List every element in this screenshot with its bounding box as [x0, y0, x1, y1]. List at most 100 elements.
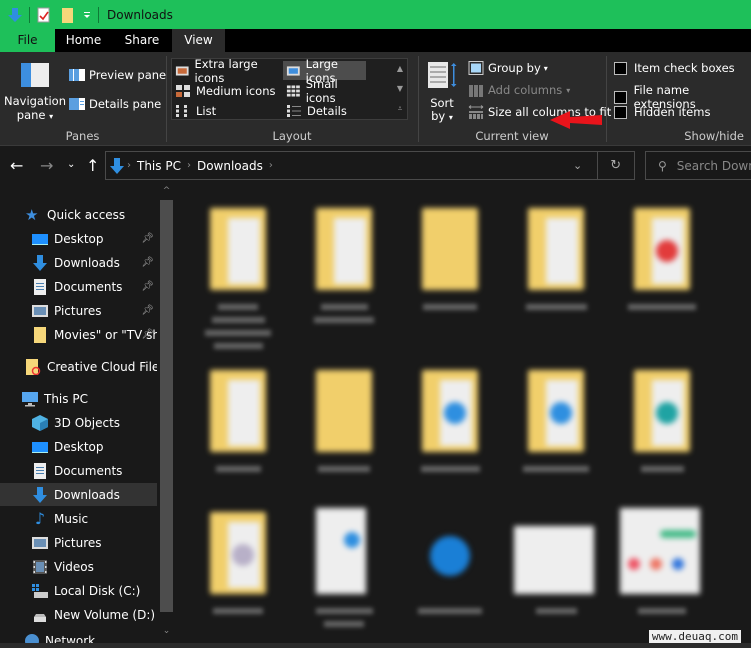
layout-details[interactable]: Details: [283, 101, 366, 120]
item-check-boxes-checkbox[interactable]: Item check boxes: [614, 61, 735, 75]
customize-dropdown-icon[interactable]: [82, 7, 92, 23]
new-folder-icon[interactable]: [60, 7, 76, 23]
watermark: www.deuaq.com: [648, 630, 741, 643]
checkbox-box[interactable]: [614, 105, 627, 119]
file-name-label: [315, 608, 373, 614]
chevron-down-icon: ▾: [49, 112, 54, 121]
sidebar-item-label: New Volume (D:): [54, 607, 156, 622]
sidebar-item-desktop[interactable]: Desktop 📌︎: [0, 227, 157, 250]
sidebar-item-documents-pc[interactable]: Documents: [0, 459, 157, 482]
tab-share[interactable]: Share: [112, 29, 172, 52]
scrollbar-thumb[interactable]: [160, 200, 173, 612]
details-pane-label: Details pane: [89, 97, 162, 111]
file-thumbnail: [620, 508, 700, 594]
expand-gallery-icon[interactable]: ⩡: [393, 99, 407, 119]
address-bar[interactable]: › This PC › Downloads › ⌄ ↻: [105, 151, 635, 180]
scroll-up-icon[interactable]: ^: [158, 186, 175, 196]
sidebar-item-local-disk-c[interactable]: Local Disk (C:): [0, 579, 157, 602]
panes-group: Navigation pane ▾ Preview pane Details p…: [0, 52, 166, 146]
pin-icon[interactable]: 📌︎: [141, 233, 154, 244]
sidebar-item-this-pc[interactable]: This PC: [0, 387, 157, 410]
address-history-dropdown-icon[interactable]: ⌄: [573, 159, 582, 172]
annotation-arrow-icon: [550, 111, 602, 129]
breadcrumb-chevron-icon[interactable]: ›: [187, 160, 191, 171]
sidebar-item-downloads-pc[interactable]: Downloads: [0, 483, 157, 506]
layout-small-icons[interactable]: Small icons: [283, 77, 366, 105]
sidebar-item-3d-objects[interactable]: 3D Objects: [0, 411, 157, 434]
sidebar-item-label: Videos: [54, 559, 94, 574]
sidebar-item-music[interactable]: ♪ Music: [0, 507, 157, 530]
group-by-button[interactable]: Group by ▾: [468, 61, 548, 75]
tab-view[interactable]: View: [172, 29, 225, 52]
checkbox-label: Hidden items: [634, 105, 711, 119]
properties-icon[interactable]: [36, 7, 52, 23]
layout-gallery-scroll[interactable]: ▲ ▼ ⩡: [393, 59, 407, 119]
extra-large-icons-icon: [175, 65, 189, 76]
sidebar-item-pictures-pc[interactable]: Pictures: [0, 531, 157, 554]
tab-home[interactable]: Home: [55, 29, 112, 52]
scroll-down-icon[interactable]: ▼: [393, 79, 407, 99]
pin-icon[interactable]: 📌︎: [141, 329, 154, 340]
group-by-label: Group by: [488, 61, 541, 75]
navigation-pane-label-2: pane: [16, 108, 46, 122]
pin-icon[interactable]: 📌︎: [141, 257, 154, 268]
group-by-icon: [468, 61, 484, 75]
search-box[interactable]: ⚲ Search Downloads: [645, 151, 751, 180]
title-bar: Downloads: [0, 0, 751, 29]
breadcrumb-downloads[interactable]: Downloads: [197, 159, 263, 173]
refresh-icon[interactable]: ↻: [610, 158, 621, 173]
scroll-up-icon[interactable]: ▲: [393, 59, 407, 79]
divider: [29, 6, 30, 23]
file-name-label: [218, 304, 258, 310]
folder-thumbnail: [634, 366, 690, 452]
sidebar-item-label: Downloads: [54, 255, 120, 270]
sidebar-item-pictures[interactable]: Pictures 📌︎: [0, 299, 157, 322]
navigation-pane-button[interactable]: Navigation pane ▾: [4, 62, 66, 124]
pin-icon[interactable]: 📌︎: [141, 281, 154, 292]
preview-pane-button[interactable]: Preview pane: [69, 68, 166, 82]
divider: [98, 6, 99, 23]
layout-medium-icons[interactable]: Medium icons: [172, 81, 282, 100]
music-icon: ♪: [34, 508, 46, 528]
checkbox-box[interactable]: [614, 90, 627, 104]
sort-by-icon: [428, 62, 457, 88]
sort-by-button[interactable]: Sort by ▾: [425, 61, 459, 124]
desktop-icon: [32, 441, 48, 453]
details-pane-icon: [69, 98, 85, 110]
sidebar-item-desktop-pc[interactable]: Desktop: [0, 435, 157, 458]
sidebar-item-documents[interactable]: Documents 📌︎: [0, 275, 157, 298]
details-pane-button[interactable]: Details pane: [69, 97, 161, 111]
back-arrow-icon[interactable]: ←: [10, 156, 23, 175]
sidebar-item-label: Downloads: [54, 487, 120, 502]
sidebar-item-movies-tv[interactable]: Movies" or "TV sh 📌︎: [0, 323, 157, 346]
layout-group-label: Layout: [272, 129, 312, 143]
sidebar-item-quick-access[interactable]: ★ Quick access: [0, 203, 157, 226]
recent-locations-chevron-icon[interactable]: ⌄: [67, 159, 75, 170]
pin-icon[interactable]: 📌︎: [141, 305, 154, 316]
sidebar-item-downloads[interactable]: Downloads 📌︎: [0, 251, 157, 274]
hidden-items-checkbox[interactable]: Hidden items: [614, 105, 710, 119]
scroll-down-icon[interactable]: ⌄: [158, 626, 175, 636]
sidebar-item-new-volume-d[interactable]: New Volume (D:): [0, 603, 157, 626]
downloads-arrow-icon[interactable]: [7, 7, 23, 23]
sidebar-item-videos[interactable]: Videos: [0, 555, 157, 578]
checkbox-box[interactable]: [614, 61, 627, 75]
file-name-label: [640, 466, 684, 472]
sidebar-item-creative-cloud[interactable]: Creative Cloud Files: [0, 355, 157, 378]
sidebar-item-label: Documents: [54, 279, 123, 294]
forward-arrow-icon[interactable]: →: [40, 156, 53, 175]
layout-list[interactable]: List: [172, 101, 282, 120]
breadcrumb-chevron-icon[interactable]: ›: [127, 160, 131, 171]
file-thumbnail: [514, 508, 594, 594]
sidebar-scrollbar[interactable]: ^ ⌄: [158, 186, 175, 648]
layout-extra-large-icons[interactable]: Extra large icons: [172, 57, 282, 85]
add-columns-button[interactable]: Add columns ▾: [468, 83, 570, 97]
medium-icons-icon: [176, 84, 190, 97]
breadcrumb-chevron-icon[interactable]: ›: [269, 160, 273, 171]
panes-group-label: Panes: [65, 129, 100, 143]
tab-file[interactable]: File: [0, 29, 55, 52]
breadcrumb-this-pc[interactable]: This PC: [137, 159, 181, 173]
layout-label: List: [196, 103, 217, 118]
up-arrow-icon[interactable]: ↑: [86, 156, 99, 175]
file-name-label: [420, 466, 480, 472]
